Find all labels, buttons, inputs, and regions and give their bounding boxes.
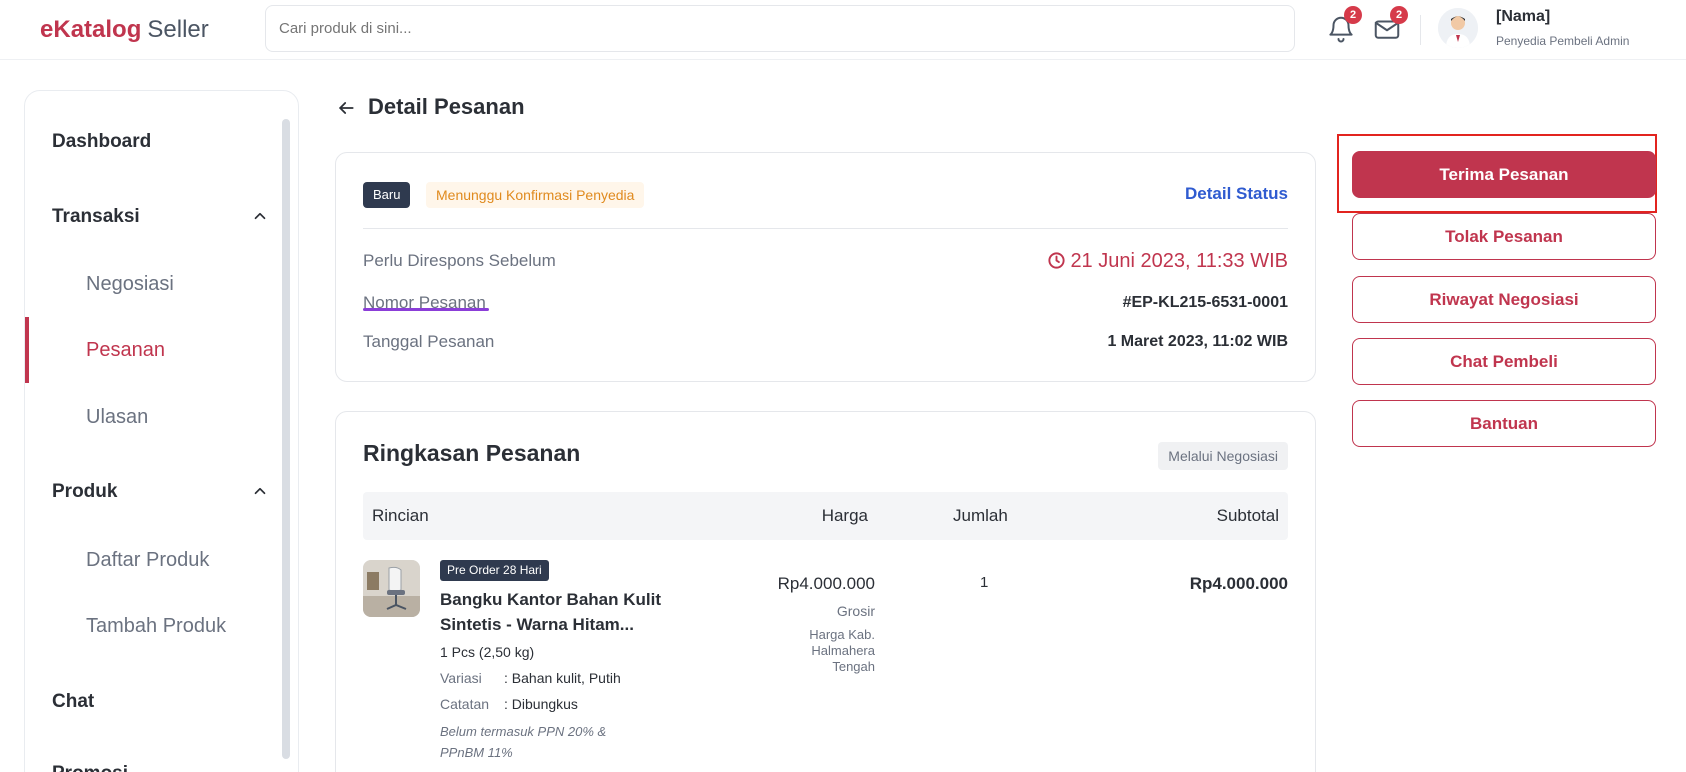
user-name[interactable]: [Nama] bbox=[1496, 8, 1550, 26]
sidebar: Dashboard Transaksi Negosiasi Pesanan Ul… bbox=[24, 90, 299, 772]
item-price: Rp4.000.000 bbox=[777, 574, 875, 593]
product-note: Catatan : Dibungkus bbox=[440, 696, 578, 712]
office-chair-image bbox=[363, 560, 420, 617]
preorder-badge: Pre Order 28 Hari bbox=[440, 560, 549, 581]
messages-count-badge: 2 bbox=[1390, 6, 1408, 24]
messages-button[interactable]: 2 bbox=[1372, 6, 1408, 44]
product-thumbnail[interactable] bbox=[363, 560, 420, 617]
sidebar-item-negosiasi[interactable]: Negosiasi bbox=[25, 262, 285, 306]
accept-order-button[interactable]: Terima Pesanan bbox=[1352, 151, 1656, 198]
order-date-label: Tanggal Pesanan bbox=[363, 332, 495, 351]
sidebar-item-label: Pesanan bbox=[86, 339, 165, 361]
column-header-jumlah: Jumlah bbox=[953, 506, 1008, 525]
negotiation-history-button[interactable]: Riwayat Negosiasi bbox=[1352, 276, 1656, 323]
page-title: Detail Pesanan bbox=[368, 94, 525, 119]
sidebar-item-label: Produk bbox=[52, 481, 118, 502]
deadline-text: 21 Juni 2023, 11:33 WIB bbox=[1070, 250, 1288, 272]
sidebar-item-label: Transaksi bbox=[52, 206, 140, 227]
logo-mark: e bbox=[40, 16, 54, 43]
sidebar-item-produk[interactable]: Produk bbox=[25, 470, 285, 514]
product-name[interactable]: Bangku Kantor Bahan Kulit Sintetis - War… bbox=[440, 587, 680, 637]
chevron-up-icon bbox=[254, 212, 266, 220]
note-label: Catatan bbox=[440, 696, 490, 712]
note-value: : Dibungkus bbox=[504, 696, 578, 712]
sidebar-item-transaksi[interactable]: Transaksi bbox=[25, 195, 285, 239]
top-bar: eKatalogSeller 2 2 [Nama] Penyedia Pembe… bbox=[0, 0, 1686, 60]
column-header-subtotal: Subtotal bbox=[1216, 506, 1279, 525]
order-date-value: 1 Maret 2023, 11:02 WIB bbox=[1107, 333, 1288, 350]
sidebar-item-label: Tambah Produk bbox=[86, 615, 227, 637]
item-quantity: 1 bbox=[980, 574, 989, 591]
order-number-value: #EP-KL215-6531-0001 bbox=[1122, 294, 1288, 311]
sidebar-item-promosi[interactable]: Promosi bbox=[25, 752, 285, 772]
status-badge: Menunggu Konfirmasi Penyedia bbox=[426, 182, 645, 208]
sidebar-scrollbar[interactable] bbox=[282, 119, 290, 759]
search-input[interactable] bbox=[265, 5, 1295, 52]
sidebar-item-label: Promosi bbox=[52, 763, 128, 772]
sidebar-item-ulasan[interactable]: Ulasan bbox=[25, 395, 285, 439]
clock-icon bbox=[1048, 252, 1066, 269]
column-header-rincian: Rincian bbox=[372, 506, 429, 525]
product-variant: Variasi : Bahan kulit, Putih bbox=[440, 670, 621, 686]
logo-brand: Katalog bbox=[53, 16, 142, 43]
help-button[interactable]: Bantuan bbox=[1352, 400, 1656, 447]
detail-status-link[interactable]: Detail Status bbox=[1185, 184, 1288, 204]
variant-value: : Bahan kulit, Putih bbox=[504, 670, 621, 686]
user-roles: Penyedia Pembeli Admin bbox=[1496, 34, 1630, 48]
sidebar-item-daftar-produk[interactable]: Daftar Produk bbox=[25, 538, 285, 582]
item-subtotal: Rp4.000.000 bbox=[1189, 574, 1288, 593]
reject-order-button[interactable]: Tolak Pesanan bbox=[1352, 213, 1656, 260]
sidebar-item-label: Negosiasi bbox=[86, 273, 174, 295]
order-status-card: Baru Menunggu Konfirmasi Penyedia Detail… bbox=[335, 152, 1316, 382]
sidebar-item-chat[interactable]: Chat bbox=[25, 680, 285, 724]
sidebar-item-tambah-produk[interactable]: Tambah Produk bbox=[25, 604, 285, 648]
table-header: Rincian Harga Jumlah Subtotal bbox=[363, 492, 1288, 540]
sidebar-item-pesanan[interactable]: Pesanan bbox=[25, 328, 285, 372]
notifications-button[interactable]: 2 bbox=[1326, 6, 1362, 44]
tax-note: Belum termasuk PPN 20% & PPnBM 11% bbox=[440, 724, 607, 760]
summary-title: Ringkasan Pesanan bbox=[363, 440, 581, 466]
sidebar-item-label: Dashboard bbox=[52, 131, 152, 152]
status-badge-new: Baru bbox=[363, 182, 411, 208]
order-summary-card: Ringkasan Pesanan Melalui Negosiasi Rinc… bbox=[335, 411, 1316, 772]
notifications-count-badge: 2 bbox=[1344, 6, 1362, 24]
app-logo[interactable]: eKatalog Seller bbox=[40, 16, 209, 44]
user-avatar-icon bbox=[1438, 8, 1478, 48]
channel-badge: Melalui Negosiasi bbox=[1158, 442, 1288, 470]
text-underline-mark bbox=[363, 308, 489, 311]
product-weight: 1 Pcs (2,50 kg) bbox=[440, 644, 535, 660]
item-price-type: Grosir bbox=[836, 603, 875, 619]
sidebar-item-label: Chat bbox=[52, 691, 95, 712]
variant-label: Variasi bbox=[440, 670, 482, 686]
logo-suffix: Seller bbox=[147, 16, 209, 43]
deadline-value: 21 Juni 2023, 11:33 WIB bbox=[1047, 250, 1288, 273]
avatar[interactable] bbox=[1438, 8, 1478, 48]
arrow-left-icon[interactable] bbox=[336, 98, 356, 118]
chevron-up-icon bbox=[254, 487, 266, 495]
sidebar-item-label: Daftar Produk bbox=[86, 549, 210, 571]
chat-buyer-button[interactable]: Chat Pembeli bbox=[1352, 338, 1656, 385]
deadline-label: Perlu Direspons Sebelum bbox=[363, 251, 556, 270]
sidebar-item-label: Ulasan bbox=[86, 406, 149, 428]
card-divider bbox=[363, 228, 1288, 229]
header-divider bbox=[1420, 15, 1421, 45]
item-price-region: Harga Kab. Halmahera Tengah bbox=[809, 627, 875, 674]
column-header-harga: Harga bbox=[821, 506, 868, 525]
sidebar-item-dashboard[interactable]: Dashboard bbox=[25, 120, 285, 164]
